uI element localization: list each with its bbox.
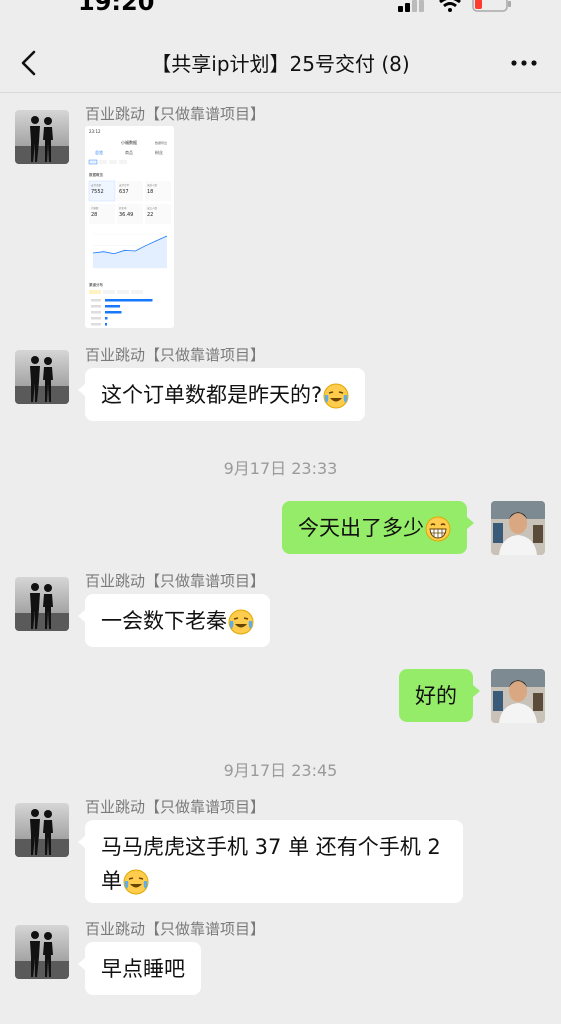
message-text: 马马虎虎这手机 37 单 还有个手机 2 单 — [101, 835, 441, 893]
shot-stat-0-label: 支付金额 — [91, 183, 102, 187]
message-bubble[interactable]: 这个订单数都是昨天的? — [78, 368, 366, 421]
shot-right-link: 数据导出 — [155, 140, 167, 145]
chat-header: 【共享ip计划】25号交付 (8) — [0, 30, 561, 94]
message-bubble[interactable]: 马马虎虎这手机 37 单 还有个手机 2 单 — [78, 820, 463, 903]
shot-stat-2-value: 18 — [147, 189, 153, 195]
shot-overview: 数据概览 — [89, 172, 103, 177]
timestamp: 9月17日 23:45 — [223, 761, 338, 780]
sender-avatar[interactable] — [15, 577, 69, 631]
shot-bar — [105, 305, 120, 308]
bubble-tail — [78, 610, 85, 622]
chat-title: 【共享ip计划】25号交付 (8) — [151, 52, 410, 76]
sender-name: 百业跳动【只做靠谱项目】 — [85, 346, 266, 364]
shot-stat-4-label: 转化率 — [119, 206, 127, 210]
shot-bar — [105, 317, 108, 320]
bubble-tail — [78, 836, 85, 848]
shot-bar-label — [91, 317, 101, 320]
shot-tab-0: 总览 — [95, 149, 103, 155]
shot-bar — [105, 323, 107, 326]
sender-name: 百业跳动【只做靠谱项目】 — [85, 798, 266, 816]
shared-screenshot-image[interactable]: 23:12 小福数据 数据导出 总览 商品 粉丝 数据概览 支付金额 7552 … — [85, 126, 174, 328]
shot-bar — [105, 299, 153, 302]
sender-avatar[interactable] — [15, 925, 69, 979]
battery-icon — [472, 0, 511, 12]
timestamp: 9月17日 23:33 — [223, 459, 338, 478]
bubble-tail — [473, 685, 480, 697]
shot-stat-5-value: 22 — [147, 212, 153, 218]
sender-avatar[interactable] — [15, 110, 69, 164]
laugh-cry-emoji-icon — [228, 609, 254, 635]
shot-time: 23:12 — [89, 129, 101, 134]
shot-stat-5-label: 成交人数 — [147, 206, 158, 210]
message-text: 一会数下老秦 — [101, 609, 227, 633]
shot-tab-1: 商品 — [125, 149, 133, 155]
bubble-tail — [78, 384, 85, 396]
shot-bar — [105, 311, 122, 314]
laugh-cry-emoji-icon — [123, 869, 149, 895]
self-avatar[interactable] — [491, 669, 545, 723]
bubble-tail — [467, 517, 474, 529]
shot-stat-4-value: 36.49 — [119, 212, 133, 218]
shot-stat-3-label: 访客数 — [91, 206, 99, 210]
shot-stat-3-value: 28 — [91, 212, 97, 218]
shot-bar-label — [91, 311, 101, 314]
self-avatar[interactable] — [491, 501, 545, 555]
cellular-signal-icon — [398, 0, 424, 12]
more-options-icon[interactable] — [506, 50, 542, 76]
message-text: 这个订单数都是昨天的? — [101, 383, 323, 407]
shot-bar-label — [91, 305, 101, 308]
shot-stat-1-value: 637 — [119, 189, 129, 195]
message-text: 好的 — [415, 684, 457, 708]
message-text: 今天出了多少 — [298, 516, 424, 540]
grin-emoji-icon — [425, 516, 451, 542]
screenshot-content: 23:12 小福数据 数据导出 总览 商品 粉丝 数据概览 支付金额 7552 … — [85, 126, 174, 328]
message-bubble[interactable]: 一会数下老秦 — [78, 594, 270, 647]
sender-name: 百业跳动【只做靠谱项目】 — [85, 572, 266, 590]
sender-name: 百业跳动【只做靠谱项目】 — [85, 920, 266, 938]
message-bubble[interactable]: 早点睡吧 — [78, 942, 201, 995]
shot-bar-label — [91, 299, 101, 302]
shot-dist: 渠道分布 — [89, 282, 103, 287]
shot-stat-1-label: 支付订单 — [119, 183, 130, 187]
sender-avatar[interactable] — [15, 803, 69, 857]
sender-name: 百业跳动【只做靠谱项目】 — [85, 105, 266, 123]
status-bar: 19:20 — [0, 0, 561, 22]
bubble-tail — [78, 958, 85, 970]
message-bubble[interactable]: 今天出了多少 — [282, 501, 474, 554]
shot-tab-2: 粉丝 — [155, 149, 163, 155]
laugh-cry-emoji-icon — [323, 383, 349, 409]
shot-bar-label — [91, 323, 101, 326]
shot-stat-0-value: 7552 — [91, 189, 104, 195]
back-arrow-icon[interactable] — [16, 48, 42, 78]
header-divider — [0, 92, 561, 93]
sender-avatar[interactable] — [15, 350, 69, 404]
message-text: 早点睡吧 — [101, 957, 185, 981]
wifi-icon — [439, 0, 461, 12]
shot-stat-2-label: 退款人数 — [147, 183, 158, 187]
message-bubble[interactable]: 好的 — [399, 669, 480, 722]
shot-title: 小福数据 — [121, 139, 137, 145]
status-time: 19:20 — [78, 0, 155, 16]
